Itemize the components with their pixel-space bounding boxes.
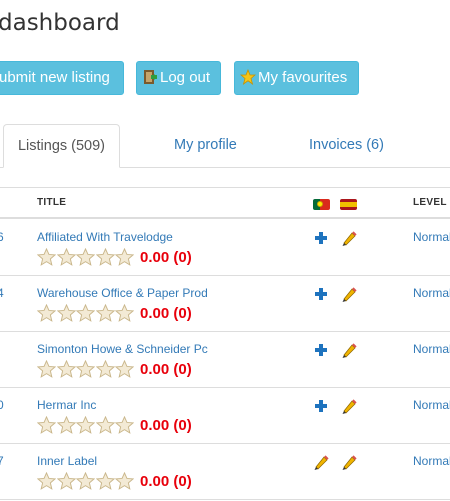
rating-star-icon[interactable] [56, 415, 76, 434]
table-row: 6 Affiliated With Travelodge 0.00 (0) Norma… [0, 220, 450, 276]
pencil-icon[interactable] [341, 454, 357, 470]
rating-star-icon[interactable] [36, 303, 57, 322]
logout-label: Log out [160, 69, 211, 86]
rating-star-icon[interactable] [36, 415, 57, 434]
star-rating[interactable] [36, 415, 137, 434]
submit-listing-button[interactable]: ubmit new listing [0, 61, 124, 95]
listing-id-fragment[interactable]: 0 [0, 398, 4, 412]
level-link[interactable]: Normal [413, 342, 450, 356]
rating-star-icon[interactable] [56, 359, 76, 378]
level-link[interactable]: Normal [413, 398, 450, 412]
listing-title-link[interactable]: Inner Label [37, 454, 97, 468]
rating-star-icon[interactable] [75, 303, 96, 322]
listing-title-link[interactable]: Hermar Inc [37, 398, 96, 412]
my-favourites-button[interactable]: My favourites [234, 61, 359, 95]
rating-value: 0.00 (0) [140, 249, 192, 266]
logout-door-icon [142, 65, 158, 97]
rating-star-icon[interactable] [114, 415, 135, 434]
page-title: dashboard [0, 10, 120, 36]
table-header: TITLE LEVEL [0, 187, 450, 219]
plus-icon[interactable] [313, 342, 329, 358]
rating-star-icon[interactable] [95, 471, 115, 490]
rating-star-icon[interactable] [95, 247, 115, 266]
plus-icon[interactable] [313, 230, 329, 246]
star-rating[interactable] [36, 359, 137, 378]
table-row: 0 Hermar Inc 0.00 (0) Normal [0, 388, 450, 444]
spain-flag-icon[interactable] [340, 199, 357, 210]
listing-id-fragment[interactable]: 4 [0, 286, 4, 300]
rating-star-icon[interactable] [114, 303, 135, 322]
tab-my-profile[interactable]: My profile [174, 124, 237, 167]
tab-listings[interactable]: Listings (509) [3, 124, 120, 168]
rating-value: 0.00 (0) [140, 361, 192, 378]
rating-value: 0.00 (0) [140, 417, 192, 434]
tab-bar: Listings (509) My profile Invoices (6) [0, 124, 450, 168]
rating-star-icon[interactable] [114, 247, 135, 266]
rating-value: 0.00 (0) [140, 473, 192, 490]
listing-title-link[interactable]: Warehouse Office & Paper Prod [37, 286, 208, 300]
plus-icon[interactable] [313, 286, 329, 302]
plus-icon[interactable] [313, 398, 329, 414]
portugal-flag-icon[interactable] [313, 199, 330, 210]
pencil-icon[interactable] [341, 286, 357, 302]
logout-button[interactable]: Log out [136, 61, 221, 95]
pencil-icon[interactable] [341, 398, 357, 414]
table-row: Simonton Howe & Schneider Pc 0.00 (0) Norm… [0, 332, 450, 388]
rating-star-icon[interactable] [36, 471, 57, 490]
pencil-icon[interactable] [313, 454, 329, 470]
title-column-header[interactable]: TITLE [37, 197, 66, 208]
level-link[interactable]: Normal [413, 286, 450, 300]
rating-star-icon[interactable] [114, 359, 135, 378]
rating-star-icon[interactable] [56, 303, 76, 322]
star-rating[interactable] [36, 303, 137, 322]
rating-star-icon[interactable] [75, 471, 96, 490]
tab-invoices[interactable]: Invoices (6) [309, 124, 384, 167]
listing-id-fragment[interactable]: 7 [0, 454, 4, 468]
rating-star-icon[interactable] [56, 247, 76, 266]
rating-star-icon[interactable] [114, 471, 135, 490]
listing-title-link[interactable]: Simonton Howe & Schneider Pc [37, 342, 208, 356]
rating-star-icon[interactable] [75, 359, 96, 378]
rating-star-icon[interactable] [95, 303, 115, 322]
star-rating[interactable] [36, 247, 137, 266]
pencil-icon[interactable] [341, 230, 357, 246]
rating-star-icon[interactable] [36, 359, 57, 378]
rating-star-icon[interactable] [75, 247, 96, 266]
star-icon [239, 65, 257, 97]
rating-star-icon[interactable] [36, 247, 57, 266]
my-favourites-label: My favourites [258, 69, 348, 86]
table-row: 7 Inner Label 0.00 (0) Normal [0, 444, 450, 500]
rating-star-icon[interactable] [95, 359, 115, 378]
pencil-icon[interactable] [341, 342, 357, 358]
rating-star-icon[interactable] [75, 415, 96, 434]
level-column-header[interactable]: LEVEL [413, 197, 447, 208]
listing-id-fragment[interactable]: 6 [0, 230, 4, 244]
rating-value: 0.00 (0) [140, 305, 192, 322]
submit-listing-label: ubmit new listing [0, 69, 110, 86]
listing-title-link[interactable]: Affiliated With Travelodge [37, 230, 173, 244]
star-rating[interactable] [36, 471, 137, 490]
rating-star-icon[interactable] [95, 415, 115, 434]
level-link[interactable]: Normal [413, 230, 450, 244]
level-link[interactable]: Normal [413, 454, 450, 468]
rating-star-icon[interactable] [56, 471, 76, 490]
table-row: 4 Warehouse Office & Paper Prod 0.00 (0) No… [0, 276, 450, 332]
